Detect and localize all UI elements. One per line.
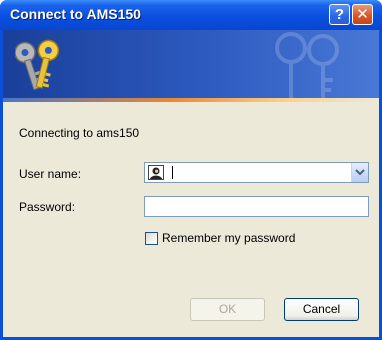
keys-icon: [15, 39, 60, 91]
chevron-down-icon: [355, 169, 365, 176]
connecting-text: Connecting to ams150: [19, 126, 140, 140]
remember-password-checkbox[interactable]: [145, 232, 158, 245]
window-title: Connect to AMS150: [10, 6, 141, 22]
ok-button[interactable]: OK: [190, 298, 265, 321]
close-button[interactable]: ✕: [352, 4, 373, 25]
dialog-body: Connecting to ams150 User name: Password…: [3, 30, 379, 337]
user-account-icon: [148, 165, 164, 180]
cancel-button[interactable]: Cancel: [284, 298, 359, 321]
password-input[interactable]: [144, 196, 369, 217]
banner-accent-line: [3, 98, 379, 102]
help-button[interactable]: ?: [329, 4, 350, 25]
username-dropdown-button[interactable]: [351, 163, 368, 182]
header-banner: [3, 30, 379, 98]
text-caret: [172, 166, 173, 179]
username-label: User name:: [19, 167, 82, 181]
keys-watermark-icon: [275, 32, 339, 98]
remember-password-label[interactable]: Remember my password: [162, 231, 295, 245]
title-bar[interactable]: Connect to AMS150 ? ✕: [0, 0, 382, 30]
password-label: Password:: [19, 200, 76, 214]
dialog-window: Connect to AMS150 ? ✕ Connecting to ams1…: [0, 0, 382, 340]
username-combobox[interactable]: [144, 162, 369, 183]
